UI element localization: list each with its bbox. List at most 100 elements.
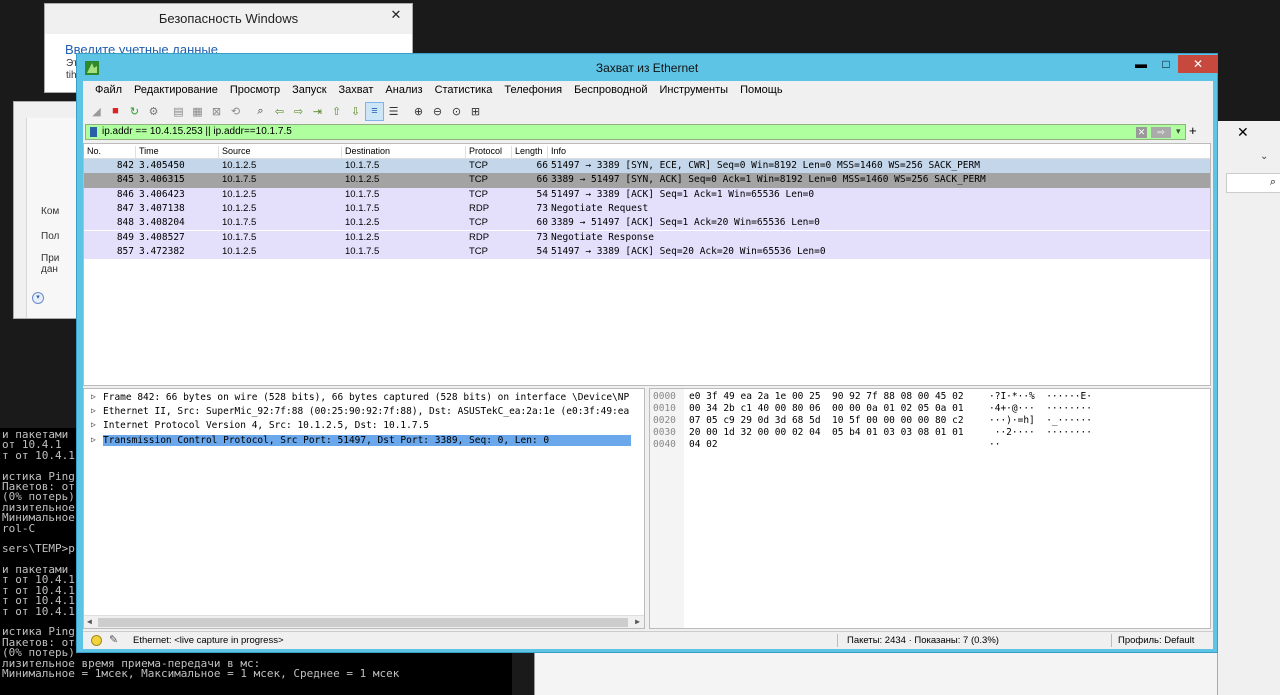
find-packet-icon[interactable]: ⌕ [251,102,270,121]
packet-row[interactable]: 857 3.472382 10.1.2.5 10.1.7.5 TCP 54 51497 → … [84,244,1210,260]
capture-options-icon[interactable]: ⚙ [144,102,163,121]
close-icon[interactable]: ✕ [1237,124,1249,141]
close-button[interactable]: ✕ [1178,55,1218,73]
menu-item[interactable]: Файл [89,81,128,99]
maximize-button[interactable]: □ [1154,55,1178,73]
menu-item[interactable]: Телефония [498,81,568,99]
expand-icon[interactable]: ▾ [32,292,44,304]
menu-item[interactable]: Захват [333,81,380,99]
packet-row[interactable]: 842 3.405450 10.1.2.5 10.1.7.5 TCP 66 51497 → … [84,159,1210,174]
resize-columns-icon[interactable]: ⊞ [466,102,485,121]
packet-info: 3389 → 51497 [SYN, ACK] Seq=0 Ack=1 Win=… [551,174,986,186]
hex-bytes: 20 00 1d 32 00 00 02 04 05 b4 01 03 03 0… [689,427,964,439]
packet-row[interactable]: 847 3.407138 10.1.2.5 10.1.7.5 RDP 73 Negotiat… [84,201,1210,217]
hex-row[interactable]: 0000 e0 3f 49 ea 2a 1e 00 25 90 92 7f 88 … [650,391,1210,403]
column-header-length[interactable]: Length [512,146,548,159]
minimize-button[interactable]: ▬ [1129,55,1153,73]
scrollbar-thumb[interactable] [98,618,628,627]
column-header-protocol[interactable]: Protocol [466,146,512,159]
chevron-down-icon[interactable]: ⌄ [1260,151,1268,162]
packet-row[interactable]: 848 3.408204 10.1.7.5 10.1.2.5 TCP 60 3389 → 5… [84,216,1210,231]
column-header-no[interactable]: No. [84,146,136,159]
horizontal-scrollbar[interactable]: ◀ ▶ [84,615,644,628]
hex-ascii: ·?I·*··% ······E· [989,391,1092,402]
menu-item[interactable]: Просмотр [224,81,286,99]
go-back-icon[interactable]: ⇦ [270,102,289,121]
edit-comment-icon[interactable]: ✎ [109,633,118,646]
expand-arrow-icon[interactable]: ▷ [91,392,96,401]
save-file-icon[interactable]: ▦ [188,102,207,121]
packet-info: 51497 → 3389 [SYN, ECE, CWR] Seq=0 Win=8… [551,160,980,171]
menu-item[interactable]: Анализ [379,81,428,99]
clear-filter-button[interactable]: ✕ [1136,127,1147,138]
colorize-icon[interactable]: ☰ [384,102,403,121]
packet-number: 845 [116,174,134,186]
zoom-in-icon[interactable]: ⊕ [409,102,428,121]
expand-arrow-icon[interactable]: ▷ [91,406,96,415]
close-file-icon[interactable]: ⊠ [207,102,226,121]
status-divider [1111,634,1112,647]
display-filter-input[interactable]: ip.addr == 10.4.15.253 || ip.addr==10.1.… [85,124,1186,140]
search-box[interactable]: ⌕ [1226,173,1280,193]
detail-item[interactable]: ▷ Ethernet II, Src: SuperMic_92:7f:88 (00… [84,405,644,419]
expand-arrow-icon[interactable]: ▷ [91,420,96,429]
packet-destination: 10.1.2.5 [345,217,380,229]
hex-row[interactable]: 0040 04 02 ·· [650,439,1210,451]
scroll-right-icon[interactable]: ▶ [635,617,640,626]
go-last-icon[interactable]: ⇩ [346,102,365,121]
menu-item[interactable]: Статистика [429,81,499,99]
apply-filter-button[interactable]: ⇨ [1151,127,1171,138]
detail-item[interactable]: ▷ Internet Protocol Version 4, Src: 10.1.… [84,419,644,433]
go-forward-icon[interactable]: ⇨ [289,102,308,121]
profile-status[interactable]: Профиль: Default [1118,635,1194,646]
hex-row[interactable]: 0020 07 05 c9 29 0d 3d 68 5d 10 5f 00 00 … [650,415,1210,427]
capture-status-led-icon[interactable] [91,635,102,646]
security-close-button[interactable]: ✕ [383,5,409,25]
packet-time: 3.406315 [139,174,185,186]
column-header-info[interactable]: Info [548,146,1208,159]
menu-item[interactable]: Запуск [286,81,332,99]
hex-offset: 0000 [653,391,676,402]
stop-capture-icon[interactable]: ■ [106,102,125,121]
hex-row[interactable]: 0010 00 34 2b c1 40 00 80 06 00 00 0a 01 … [650,403,1210,415]
zoom-normal-icon[interactable]: ⊙ [447,102,466,121]
zoom-out-icon[interactable]: ⊖ [428,102,447,121]
packet-protocol: TCP [469,174,488,186]
packet-row[interactable]: 845 3.406315 10.1.7.5 10.1.2.5 TCP 66 3389 → 5… [84,173,1210,188]
menu-item[interactable]: Редактирование [128,81,224,99]
go-first-icon[interactable]: ⇧ [327,102,346,121]
detail-item[interactable]: ▷ Transmission Control Protocol, Src Port… [84,434,644,448]
packet-destination: 10.1.7.5 [345,160,380,171]
packet-row[interactable]: 846 3.406423 10.1.2.5 10.1.7.5 TCP 54 51497 → … [84,187,1210,202]
menu-item[interactable]: Беспроводной [568,81,653,99]
packet-list: No. Time Source Destination Protocol Len… [83,143,1211,386]
detail-text: Ethernet II, Src: SuperMic_92:7f:88 (00:… [103,406,630,418]
menu-item[interactable]: Инструменты [653,81,734,99]
expand-arrow-icon[interactable]: ▷ [91,435,96,444]
packet-source: 10.1.2.5 [222,188,257,200]
open-file-icon[interactable]: ▤ [169,102,188,121]
packet-info: Negotiate Request [551,202,649,214]
packet-row[interactable]: 849 3.408527 10.1.7.5 10.1.2.5 RDP 73 Negotiat… [84,230,1210,245]
hex-row[interactable]: 0030 20 00 1d 32 00 00 02 04 05 b4 01 03 … [650,427,1210,439]
detail-item[interactable]: ▷ Frame 842: 66 bytes on wire (528 bits),… [84,391,644,405]
filter-dropdown-button[interactable]: ▾ [1176,126,1181,137]
packet-source: 10.1.2.5 [222,202,257,214]
reload-file-icon[interactable]: ⟲ [226,102,245,121]
packet-length: 66 [536,174,548,186]
column-header-time[interactable]: Time [136,146,219,159]
detail-text: Internet Protocol Version 4, Src: 10.1.2… [103,420,430,432]
autoscroll-icon[interactable]: ≡ [365,101,384,121]
packet-info: 51497 → 3389 [ACK] Seq=1 Ack=1 Win=65536… [551,188,815,200]
bookmark-icon[interactable] [90,127,97,137]
shark-fin-start-icon[interactable]: ◢ [87,102,106,121]
hex-ascii: ··2···· ········ [989,427,1092,439]
scroll-left-icon[interactable]: ◀ [87,617,92,626]
column-header-destination[interactable]: Destination [342,146,466,159]
menu-item[interactable]: Помощь [734,81,789,99]
column-header-source[interactable]: Source [219,146,342,159]
go-to-packet-icon[interactable]: ⇥ [308,102,327,121]
restart-capture-icon[interactable]: ↻ [125,102,144,121]
add-filter-button[interactable]: + [1189,123,1197,138]
packet-protocol: TCP [469,160,488,171]
